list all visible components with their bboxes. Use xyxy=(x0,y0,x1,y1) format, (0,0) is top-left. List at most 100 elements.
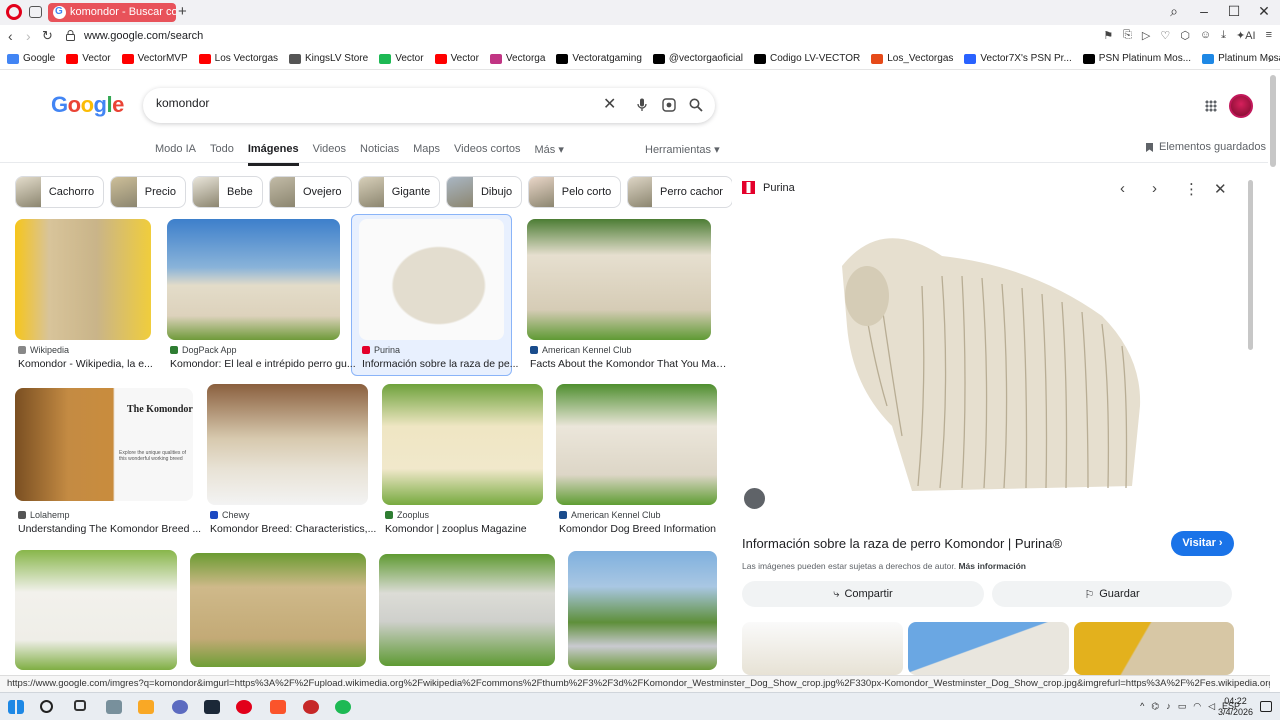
refinement-chip[interactable]: Dibujo xyxy=(446,176,523,208)
windows-start-icon[interactable] xyxy=(8,700,24,714)
task-view-icon[interactable] xyxy=(74,700,86,711)
result-thumbnail[interactable] xyxy=(167,219,340,340)
result-title[interactable]: Komondor: El leal e intrépido perro gu..… xyxy=(170,358,358,370)
more-options-icon[interactable]: ⋮ xyxy=(1184,180,1199,198)
more-info-link[interactable]: Más información xyxy=(958,561,1026,571)
google-logo[interactable]: Google xyxy=(51,92,124,118)
result-source[interactable]: Wikipedia xyxy=(18,345,69,355)
result-source[interactable]: Chewy xyxy=(210,510,250,520)
result-thumbnail[interactable] xyxy=(527,219,711,340)
visual-search-icon[interactable] xyxy=(742,486,767,511)
save-button[interactable]: ⚐ Guardar xyxy=(992,581,1232,607)
lens-search-icon[interactable] xyxy=(662,98,676,112)
google-apps-icon[interactable] xyxy=(1205,100,1217,112)
result-thumbnail[interactable] xyxy=(190,553,366,667)
panel-title[interactable]: Información sobre la raza de perro Komon… xyxy=(742,536,1062,551)
back-icon[interactable]: ‹ xyxy=(8,28,13,44)
brave-icon[interactable] xyxy=(270,700,286,714)
result-thumbnail[interactable] xyxy=(207,384,368,505)
reload-icon[interactable]: ↻ xyxy=(42,28,53,44)
search-input[interactable] xyxy=(156,96,586,110)
bookmark-item[interactable]: Vectoratgaming xyxy=(556,53,642,64)
mic-icon[interactable]: ♪ xyxy=(1166,701,1171,712)
result-thumbnail[interactable]: The Komondor Explore the unique qualities… xyxy=(15,388,193,501)
opera-taskbar-icon[interactable] xyxy=(236,700,252,714)
search-tabs-icon[interactable]: ⌕ xyxy=(1166,3,1182,20)
steam-icon[interactable] xyxy=(204,700,220,714)
result-thumbnail[interactable] xyxy=(556,384,717,505)
related-image[interactable] xyxy=(1074,622,1234,675)
avatar[interactable] xyxy=(1229,94,1253,118)
result-source[interactable]: DogPack App xyxy=(170,345,237,355)
snapshot-icon[interactable]: ⎘ xyxy=(1123,29,1132,42)
result-thumbnail[interactable] xyxy=(379,554,555,666)
notifications-icon[interactable] xyxy=(1260,701,1272,712)
next-image-icon[interactable]: › xyxy=(1152,180,1157,197)
new-tab-button[interactable]: + xyxy=(178,3,187,20)
result-source[interactable]: Zooplus xyxy=(385,510,429,520)
maximize-icon[interactable]: ☐ xyxy=(1226,3,1242,20)
forward-icon[interactable]: › xyxy=(26,28,31,44)
aria-ai-icon[interactable]: ✦AI xyxy=(1236,29,1256,42)
menu-icon[interactable]: ≡ xyxy=(1266,29,1272,42)
battery-icon[interactable]: ▭ xyxy=(1178,701,1187,712)
bookmark-item[interactable]: PSN Platinum Mos... xyxy=(1082,53,1191,64)
refinement-chip[interactable]: Pelo corto xyxy=(528,176,622,208)
close-panel-icon[interactable]: ✕ xyxy=(1214,180,1227,198)
player-icon[interactable]: ▷ xyxy=(1142,29,1150,42)
volume-icon[interactable]: ◁ xyxy=(1208,701,1215,712)
preview-image[interactable] xyxy=(822,206,1156,520)
clock[interactable]: 04:22 3/4/2026 xyxy=(1218,696,1253,718)
url-field[interactable]: www.google.com/search xyxy=(84,30,203,42)
download-icon[interactable]: ⤓ xyxy=(1221,29,1226,42)
file-explorer-icon[interactable] xyxy=(138,700,154,714)
bookmark-item[interactable]: Google xyxy=(7,53,55,64)
bookmark-page-icon[interactable]: ⚑ xyxy=(1103,29,1113,42)
spotify-icon[interactable] xyxy=(335,700,351,714)
bookmark-item[interactable]: Vector xyxy=(66,53,111,64)
result-title[interactable]: Komondor - Wikipedia, la e... xyxy=(18,358,169,370)
bookmarks-overflow-icon[interactable]: › xyxy=(1268,52,1272,66)
bookmark-item[interactable]: Vectorga xyxy=(489,53,545,64)
tools-menu[interactable]: Herramientas ▾ xyxy=(645,143,720,156)
app-icon[interactable] xyxy=(303,700,319,714)
bookmark-item[interactable]: @vectorgaoficial xyxy=(652,53,743,64)
heart-icon[interactable]: ♡ xyxy=(1160,29,1170,42)
profile-icon[interactable]: ☺ xyxy=(1200,29,1211,42)
bookmark-item[interactable]: Vector7X's PSN Pr... xyxy=(964,53,1072,64)
result-thumbnail[interactable] xyxy=(15,550,177,670)
bookmark-item[interactable]: Los Vectorgas xyxy=(198,53,278,64)
bookmark-item[interactable]: Vector xyxy=(379,53,424,64)
network-icon[interactable]: ⌬ xyxy=(1151,701,1159,712)
sidebar-toggle-icon[interactable] xyxy=(29,6,42,18)
result-source[interactable]: American Kennel Club xyxy=(559,510,661,520)
search-icon[interactable] xyxy=(689,98,703,112)
related-image[interactable] xyxy=(742,622,903,675)
result-title[interactable]: Komondor Dog Breed Information xyxy=(559,523,735,535)
refinement-chip[interactable]: Perro cachor xyxy=(627,176,733,208)
refinement-chip[interactable]: Bebe xyxy=(191,176,263,208)
refinement-chip[interactable]: Gigante xyxy=(357,176,441,208)
bookmark-item[interactable]: VectorMVP xyxy=(121,53,188,64)
result-source[interactable]: Lolahemp xyxy=(18,510,70,520)
result-source[interactable]: American Kennel Club xyxy=(530,345,632,355)
result-source[interactable]: Purina xyxy=(362,345,400,355)
saved-items-link[interactable]: Elementos guardados xyxy=(1145,141,1266,153)
browser-tab[interactable]: komondor - Buscar con Google xyxy=(48,3,176,22)
bookmark-item[interactable]: Codigo LV-VECTOR xyxy=(753,53,860,64)
opera-logo-icon[interactable] xyxy=(6,4,22,20)
extensions-icon[interactable]: ⬡ xyxy=(1180,29,1190,42)
result-title[interactable]: Komondor Breed: Characteristics,... xyxy=(210,523,386,535)
bookmark-item[interactable]: KingsLV Store xyxy=(289,53,368,64)
related-image[interactable] xyxy=(908,622,1069,675)
minimize-icon[interactable]: – xyxy=(1196,3,1212,20)
tray-chevron-icon[interactable]: ^ xyxy=(1140,701,1144,712)
bookmark-item[interactable]: Vector xyxy=(434,53,479,64)
voice-search-icon[interactable] xyxy=(637,98,647,112)
refinement-chip[interactable]: Cachorro xyxy=(15,176,105,208)
result-thumbnail[interactable] xyxy=(15,219,151,340)
result-title[interactable]: Understanding The Komondor Breed ... xyxy=(18,523,211,535)
clear-search-icon[interactable]: ✕ xyxy=(603,94,616,114)
panel-site-name[interactable]: Purina xyxy=(763,182,795,194)
panel-scrollbar[interactable] xyxy=(1248,180,1253,350)
